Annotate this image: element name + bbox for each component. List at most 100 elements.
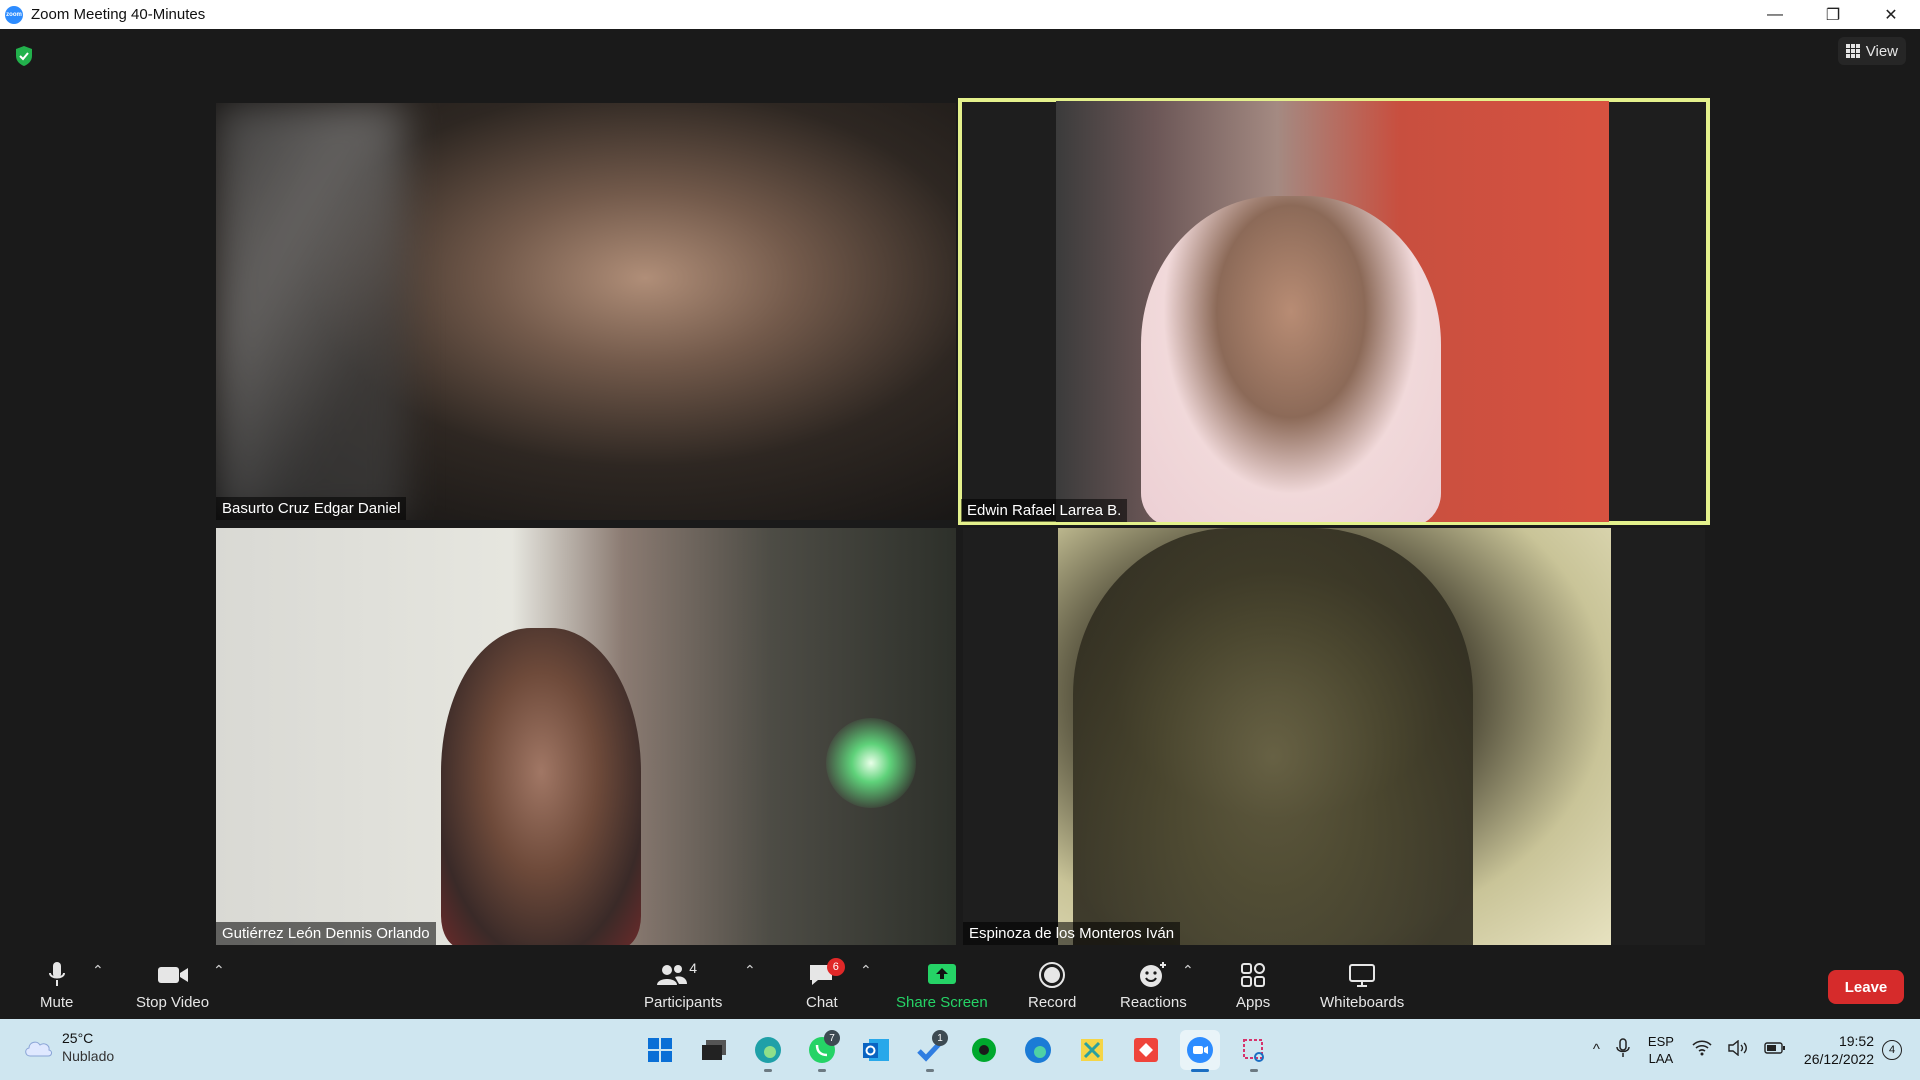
mute-button[interactable]: Mute: [40, 958, 73, 1011]
clock[interactable]: 19:52 26/12/2022: [1794, 1032, 1882, 1068]
zoom-app-icon: zoom: [5, 5, 23, 24]
video-options-caret[interactable]: ⌃: [213, 962, 225, 979]
participant-video: [1141, 196, 1441, 522]
spreadsheet-glyph: [1081, 1039, 1103, 1061]
edge-dev-icon[interactable]: [1018, 1030, 1058, 1070]
video-camera-icon: [157, 967, 188, 983]
reactions-button[interactable]: Reactions: [1120, 958, 1187, 1011]
whiteboards-button[interactable]: Whiteboards: [1320, 958, 1404, 1011]
restore-button[interactable]: ❐: [1804, 0, 1862, 29]
participants-button[interactable]: 4 Participants: [644, 958, 722, 1011]
keyboard-layout: LAA: [1648, 1050, 1674, 1066]
wifi-icon[interactable]: [1684, 1039, 1720, 1060]
spreadsheet-app-icon[interactable]: [1072, 1030, 1112, 1070]
video-tile[interactable]: Espinoza de los Monteros Iván: [963, 528, 1705, 945]
minimize-button[interactable]: —: [1746, 0, 1804, 29]
window-title: Zoom Meeting 40-Minutes: [31, 6, 206, 23]
reactions-label: Reactions: [1120, 994, 1187, 1011]
volume-icon[interactable]: [1720, 1039, 1756, 1060]
windows-logo-icon: [648, 1038, 672, 1062]
task-view-icon[interactable]: [694, 1030, 734, 1070]
reactions-options-caret[interactable]: ⌃: [1182, 962, 1194, 979]
stop-video-label: Stop Video: [136, 994, 210, 1011]
participants-options-caret[interactable]: ⌃: [744, 962, 756, 979]
clock-time: 19:52: [1838, 1032, 1874, 1049]
video-tile-active-speaker[interactable]: Edwin Rafael Larrea B.: [958, 98, 1710, 525]
anydesk-icon[interactable]: [1126, 1030, 1166, 1070]
video-tile[interactable]: Gutiérrez León Dennis Orlando: [216, 528, 956, 945]
mic-glyph: [1616, 1037, 1630, 1057]
evernote-icon[interactable]: [964, 1030, 1004, 1070]
language-indicator[interactable]: ESP LAA: [1638, 1033, 1684, 1067]
chat-unread-badge: 6: [826, 958, 845, 976]
snipping-glyph: [1243, 1039, 1264, 1062]
grid-icon: [1845, 44, 1860, 58]
whiteboards-label: Whiteboards: [1320, 994, 1405, 1011]
zoom-glyph: [1187, 1037, 1213, 1063]
participant-name: Basurto Cruz Edgar Daniel: [216, 497, 407, 520]
task-view-glyph: [702, 1040, 726, 1060]
edge-glyph: [755, 1037, 781, 1063]
share-screen-icon: [927, 964, 956, 984]
mute-label: Mute: [40, 994, 74, 1011]
speaker-glyph: [1728, 1039, 1747, 1056]
apps-icon: [1241, 963, 1266, 987]
todo-icon[interactable]: 1: [910, 1030, 950, 1072]
chat-options-caret[interactable]: ⌃: [860, 962, 872, 979]
cloud-icon: [25, 1041, 52, 1057]
running-indicator: [1191, 1069, 1209, 1072]
apps-button[interactable]: Apps: [1236, 958, 1270, 1011]
smiley-icon: [1140, 962, 1167, 987]
outlook-glyph: [863, 1039, 889, 1061]
snipping-tool-icon[interactable]: [1234, 1030, 1274, 1072]
meeting-area: View Basurto Cruz Edgar Daniel Edwin Raf…: [0, 29, 1920, 1019]
video-tile[interactable]: Basurto Cruz Edgar Daniel: [216, 103, 956, 520]
window-title-bar: zoom Zoom Meeting 40-Minutes — ❐ ✕: [0, 0, 1920, 29]
view-button[interactable]: View: [1837, 37, 1906, 65]
participant-name: Edwin Rafael Larrea B.: [961, 499, 1128, 522]
windows-start-icon[interactable]: [640, 1030, 680, 1070]
meeting-toolbar: Mute ⌃ Stop Video ⌃ 4 Participants ⌃ 6 C…: [0, 952, 1920, 1019]
leave-button[interactable]: Leave: [1828, 970, 1904, 1004]
windows-taskbar: 25°C Nublado 7 1 ^ ESP LAA 19:52 26/12/2…: [0, 1019, 1920, 1080]
running-indicator: [764, 1069, 772, 1072]
whiteboard-icon: [1349, 964, 1376, 987]
chat-button[interactable]: 6 Chat: [806, 958, 845, 1011]
weather-widget[interactable]: 25°C Nublado: [22, 1029, 114, 1065]
apps-label: Apps: [1236, 994, 1271, 1011]
running-indicator: [1250, 1069, 1258, 1072]
battery-icon[interactable]: [1756, 1041, 1794, 1059]
participants-label: Participants: [644, 994, 723, 1011]
share-screen-label: Share Screen: [896, 994, 988, 1011]
window-controls: — ❐ ✕: [1746, 0, 1920, 29]
share-screen-button[interactable]: Share Screen: [896, 958, 988, 1011]
taskbar-apps: 7 1: [640, 1030, 1274, 1072]
running-indicator: [926, 1069, 934, 1072]
microphone-tray-icon[interactable]: [1608, 1037, 1638, 1062]
video-feed: [216, 103, 406, 520]
battery-glyph: [1764, 1041, 1785, 1054]
evernote-glyph: [972, 1038, 996, 1062]
stop-video-button[interactable]: Stop Video: [136, 958, 209, 1011]
anydesk-glyph: [1134, 1038, 1158, 1062]
shield-check-icon[interactable]: [14, 45, 34, 67]
notifications-badge[interactable]: 4: [1882, 1039, 1902, 1060]
record-button[interactable]: Record: [1028, 958, 1076, 1011]
todo-badge: 1: [932, 1030, 948, 1046]
participant-video: [1073, 528, 1473, 945]
audio-options-caret[interactable]: ⌃: [92, 962, 104, 979]
record-icon: [1039, 962, 1066, 988]
outlook-icon[interactable]: [856, 1030, 896, 1070]
weather-condition: Nublado: [62, 1048, 115, 1064]
zoom-icon[interactable]: [1180, 1030, 1220, 1072]
participants-count: 4: [689, 960, 697, 976]
whatsapp-badge: 7: [824, 1030, 840, 1046]
tray-overflow-chevron[interactable]: ^: [1585, 1041, 1608, 1058]
clock-date: 26/12/2022: [1803, 1050, 1874, 1067]
whatsapp-icon[interactable]: 7: [802, 1030, 842, 1072]
record-label: Record: [1028, 994, 1077, 1011]
close-button[interactable]: ✕: [1862, 0, 1920, 29]
edge-browser-icon[interactable]: [748, 1030, 788, 1072]
weather-temperature: 25°C: [62, 1030, 94, 1046]
edge-dev-glyph: [1025, 1037, 1051, 1063]
